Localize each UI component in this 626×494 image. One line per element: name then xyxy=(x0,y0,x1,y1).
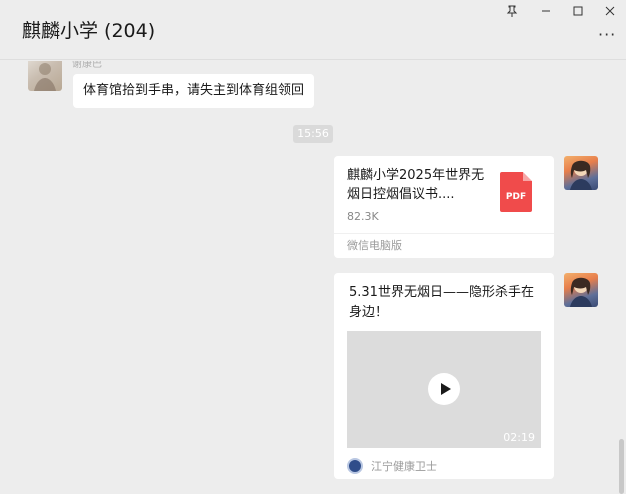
minimize-icon[interactable] xyxy=(535,2,557,20)
file-message-card[interactable]: 麒麟小学2025年世界无烟日控烟倡议书.... 82.3K PDF 微信电脑版 xyxy=(334,156,554,258)
pdf-label: PDF xyxy=(505,192,527,202)
text-message-bubble[interactable]: 体育馆拾到手串，请失主到体育组领回 xyxy=(73,74,315,108)
channel-name: 江宁健康卫士 xyxy=(371,460,437,473)
video-message-card[interactable]: 5.31世界无烟日——隐形杀手在身边！ 02:19 江宁健康卫士 xyxy=(334,273,554,479)
video-source[interactable]: 江宁健康卫士 xyxy=(347,457,437,475)
channel-logo-icon xyxy=(347,458,363,474)
file-size: 82.3K xyxy=(347,210,379,223)
chat-header: 麒麟小学 (204) ··· xyxy=(0,0,626,60)
file-name: 麒麟小学2025年世界无烟日控烟倡议书.... xyxy=(347,168,485,202)
chat-title: 麒麟小学 (204) xyxy=(22,20,156,42)
pdf-file-icon: PDF xyxy=(500,172,532,212)
self-avatar[interactable] xyxy=(564,273,598,307)
pin-icon[interactable] xyxy=(501,2,523,20)
more-icon[interactable]: ··· xyxy=(598,27,618,43)
play-icon[interactable] xyxy=(428,373,460,405)
video-title: 5.31世界无烟日——隐形杀手在身边！ xyxy=(349,285,534,320)
chat-messages[interactable]: 谢康巴 体育馆拾到手串，请失主到体育组领回 15:56 麒麟小学2025年世界无… xyxy=(0,61,626,494)
maximize-icon[interactable] xyxy=(567,2,589,20)
file-source: 微信电脑版 xyxy=(334,233,554,258)
sender-name: 谢康巴 xyxy=(72,61,102,70)
video-thumbnail[interactable]: 02:19 xyxy=(347,331,541,448)
sender-avatar[interactable] xyxy=(28,61,62,91)
self-avatar[interactable] xyxy=(564,156,598,190)
video-duration: 02:19 xyxy=(503,431,535,444)
scrollbar[interactable] xyxy=(619,439,624,494)
message-timestamp: 15:56 xyxy=(293,125,333,143)
close-icon[interactable] xyxy=(599,2,621,20)
